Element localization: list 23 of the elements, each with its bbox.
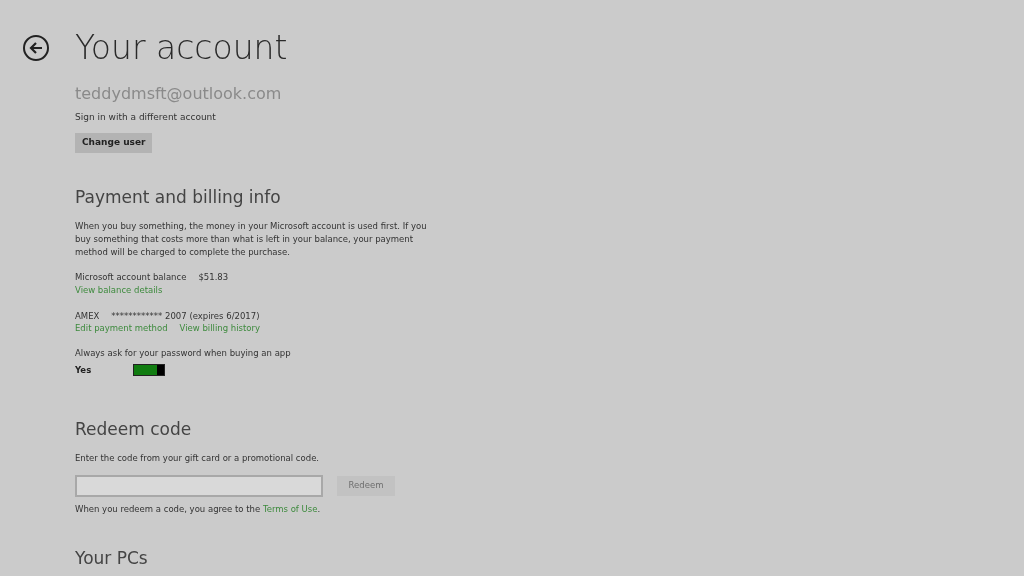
code-input-field[interactable] (75, 474, 323, 497)
page-title: Your account (75, 27, 288, 69)
section-heading: Redeem code (75, 417, 192, 441)
back-arrow-icon (29, 41, 43, 55)
payment-link[interactable]: Edit payment method (75, 322, 168, 335)
section-heading: Your PCs (75, 546, 148, 570)
card-type: AMEX (75, 309, 100, 323)
balance-label: Microsoft account balance (75, 271, 187, 284)
section-heading: Payment and billing info (75, 185, 281, 209)
view-balance-link[interactable]: View balance details (75, 283, 163, 297)
password-toggle[interactable] (133, 364, 165, 377)
toggle-label: Yes (75, 363, 93, 377)
back-button[interactable] (23, 35, 49, 61)
payment-link[interactable]: View billing history (179, 322, 260, 335)
terms-sentence: When you redeem a code, you agree to the Terms of Use. (75, 502, 321, 516)
sign-in-hint: Sign in with a different account (75, 111, 216, 124)
balance-value: $51.83 (198, 271, 229, 284)
change-user-button[interactable]: Change user (75, 132, 153, 153)
account-email: teddydmsft@outlook.com (75, 83, 282, 105)
card-number: ************ 2007 (expires 6/2017) (111, 309, 260, 323)
password-prompt: Always ask for your password when buying an app (75, 347, 291, 360)
redeem-description: Enter the code from your gift card or a promotional code. (75, 452, 320, 465)
payment-description: When you buy something, the money in your Microsoft account is used first. If you buy something that costs more than what is left in your balance, your payment method will be charged to complete the purchase. (75, 220, 428, 259)
